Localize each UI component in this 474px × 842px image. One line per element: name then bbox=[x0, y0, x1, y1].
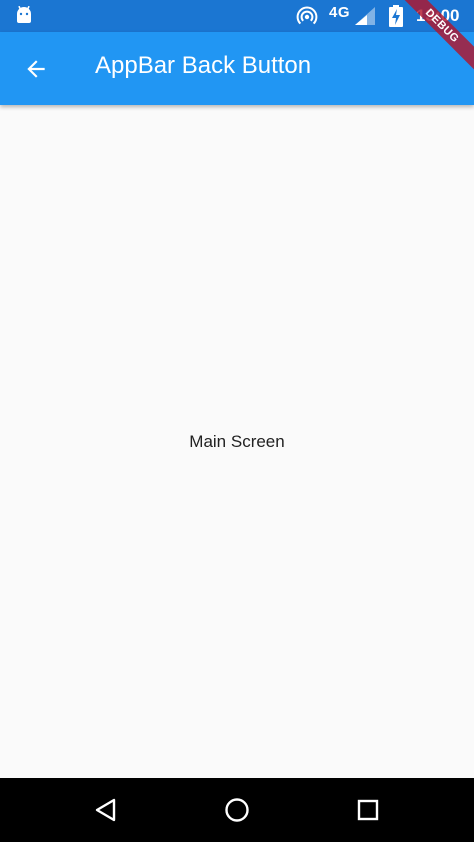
signal-icon bbox=[355, 7, 375, 25]
nav-home-icon bbox=[225, 798, 249, 822]
nav-recent-icon bbox=[357, 799, 379, 821]
clock-time: 13:00 bbox=[416, 6, 460, 25]
android-icon bbox=[17, 6, 31, 23]
screen: 4G 13:00 AppBar Back Button Main Screen bbox=[0, 0, 474, 842]
nav-recent-button[interactable] bbox=[350, 792, 386, 828]
main-content: Main Screen bbox=[0, 105, 474, 778]
nav-home-button[interactable] bbox=[219, 792, 255, 828]
main-screen-text: Main Screen bbox=[189, 431, 285, 451]
arrow-back-icon bbox=[27, 60, 45, 78]
status-bar: 4G 13:00 bbox=[0, 0, 474, 32]
hotspot-icon bbox=[296, 6, 318, 25]
app-bar-title: AppBar Back Button bbox=[95, 52, 312, 79]
network-type-label: 4G bbox=[329, 4, 351, 21]
nav-back-icon bbox=[95, 798, 116, 822]
nav-back-button[interactable] bbox=[88, 792, 124, 828]
back-button[interactable] bbox=[12, 45, 60, 93]
system-nav-bar bbox=[0, 778, 474, 842]
battery-charging-icon bbox=[389, 5, 403, 27]
app-bar: AppBar Back Button bbox=[0, 32, 474, 105]
